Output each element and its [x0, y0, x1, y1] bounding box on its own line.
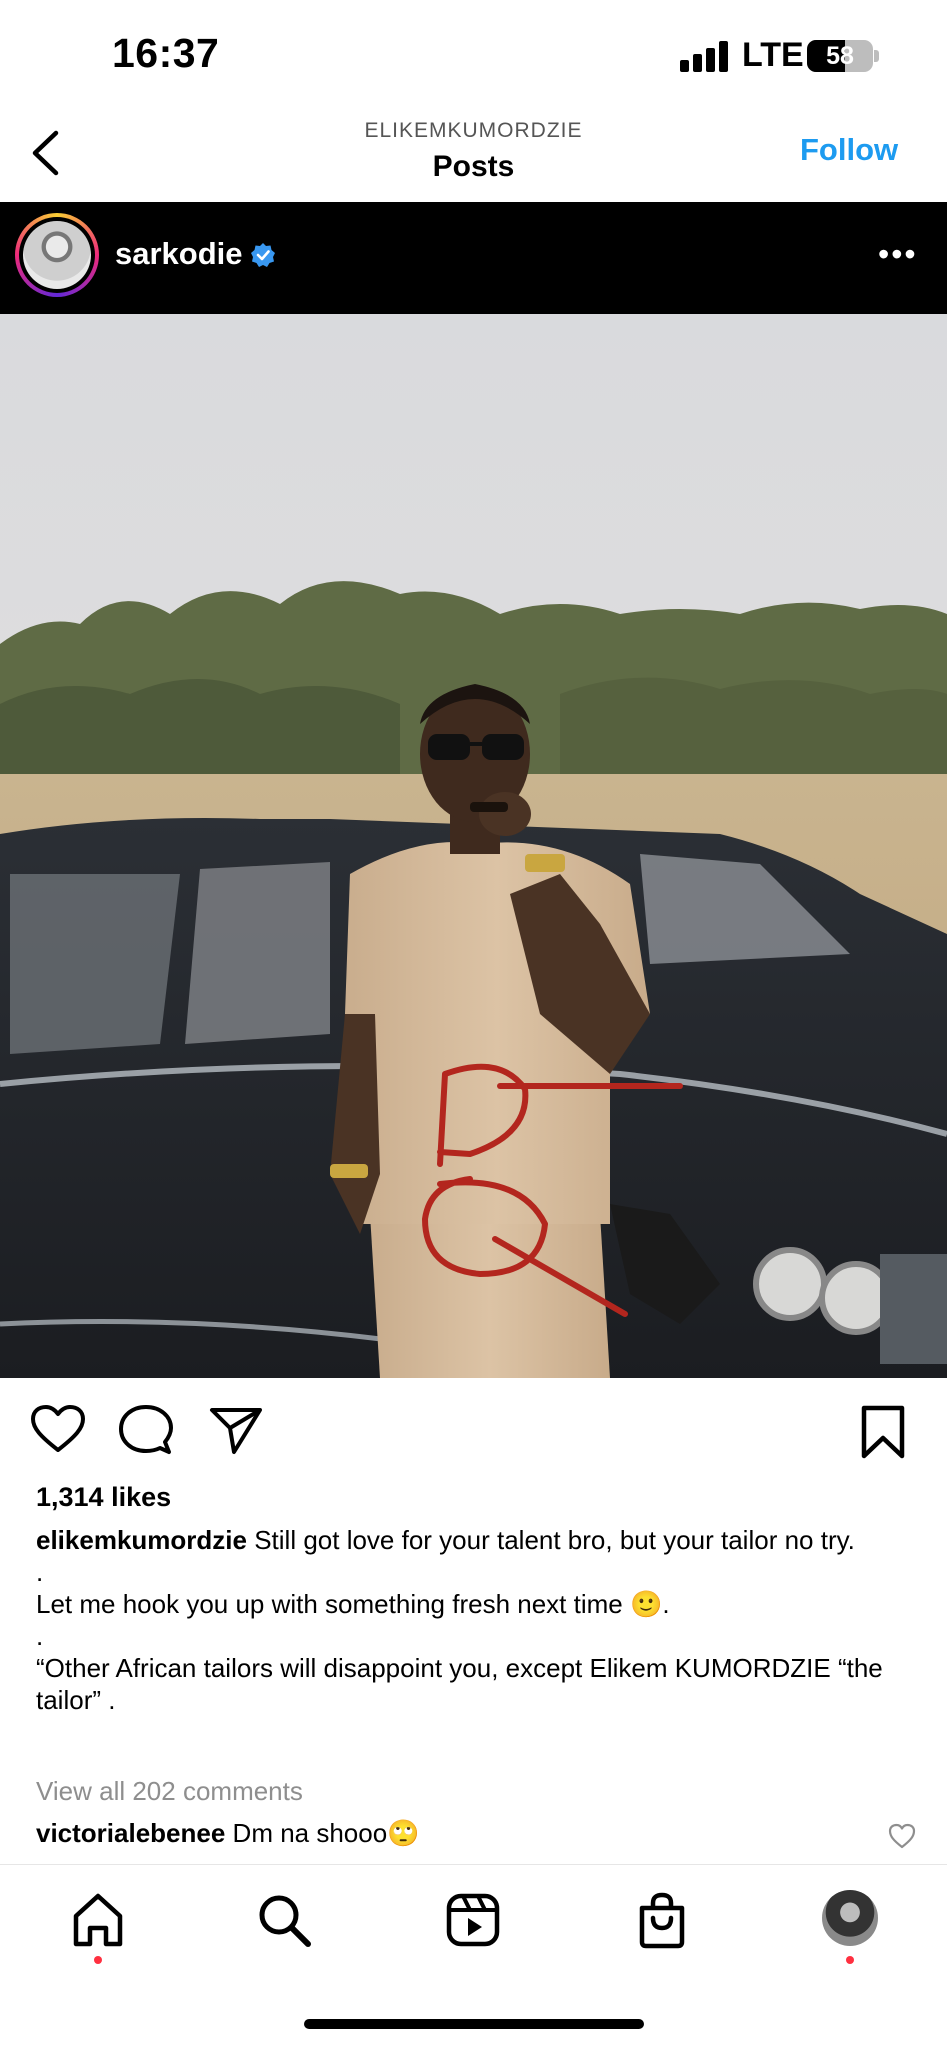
view-all-comments-link[interactable]: View all 202 comments	[36, 1776, 303, 1807]
verified-badge-icon	[251, 243, 275, 267]
signal-strength-icon	[680, 40, 738, 72]
caption-separator: .	[36, 1621, 44, 1651]
caption-text-line2: Let me hook you up with something fresh …	[36, 1589, 670, 1619]
caption-text-line3: “Other African tailors will disappoint y…	[36, 1653, 883, 1715]
comment-icon[interactable]	[118, 1404, 174, 1456]
heart-icon[interactable]	[30, 1404, 86, 1454]
home-indicator	[304, 2019, 644, 2029]
home-icon[interactable]	[68, 1890, 128, 1950]
follow-button[interactable]: Follow	[800, 132, 898, 168]
post-photo-illustration	[0, 314, 947, 1378]
caption-separator: .	[36, 1557, 44, 1587]
status-time: 16:37	[112, 30, 220, 76]
post-caption: elikemkumordzie Still got love for your …	[36, 1524, 916, 1716]
more-options-button[interactable]: •••	[878, 236, 918, 273]
likes-count[interactable]: 1,314 likes	[36, 1482, 171, 1513]
reels-icon[interactable]	[443, 1890, 503, 1950]
profile-avatar[interactable]	[822, 1890, 878, 1946]
top-comment: victorialebenee Dm na shooo🙄	[36, 1818, 420, 1849]
comment-heart-icon[interactable]	[888, 1823, 916, 1849]
profile-notification-dot	[846, 1956, 854, 1964]
home-notification-dot	[94, 1956, 102, 1964]
send-icon[interactable]	[208, 1404, 264, 1456]
caption-username[interactable]: elikemkumordzie	[36, 1525, 247, 1555]
post-username[interactable]: sarkodie	[115, 236, 243, 272]
avatar-border	[19, 217, 95, 293]
search-icon[interactable]	[254, 1890, 314, 1950]
caption-text-line1: Still got love for your talent bro, but …	[246, 1525, 855, 1555]
battery-nub	[874, 50, 879, 62]
battery-icon: 58	[807, 40, 873, 72]
battery-percent: 58	[826, 42, 854, 70]
comment-text: Dm na shooo🙄	[225, 1818, 420, 1848]
comment-username[interactable]: victorialebenee	[36, 1818, 225, 1848]
post-photo[interactable]	[0, 314, 947, 1378]
network-type: LTE	[742, 36, 804, 74]
post-author-avatar[interactable]	[15, 213, 99, 297]
shop-icon[interactable]	[632, 1890, 692, 1950]
avatar-photo	[23, 221, 91, 289]
bookmark-icon[interactable]	[858, 1404, 908, 1460]
